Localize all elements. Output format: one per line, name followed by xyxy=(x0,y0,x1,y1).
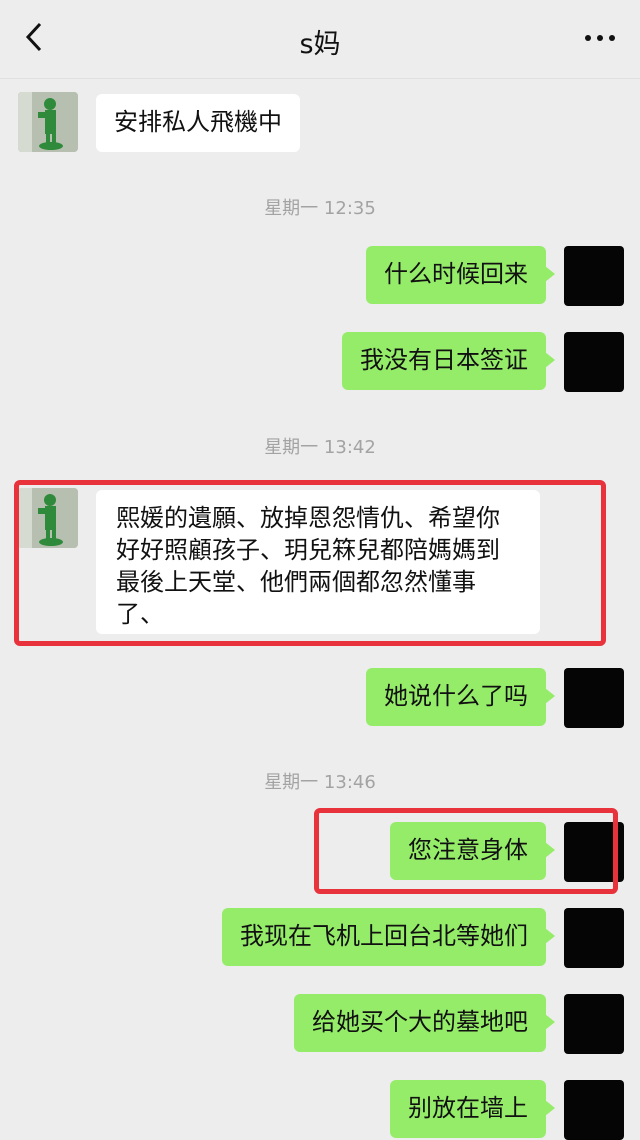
timestamp: 星期一 12:35 xyxy=(264,198,376,219)
user-avatar[interactable] xyxy=(564,332,624,392)
timestamp: 星期一 13:46 xyxy=(264,772,376,793)
message-bubble[interactable]: 她说什么了吗 xyxy=(366,668,555,726)
contact-avatar[interactable] xyxy=(18,92,78,152)
message-bubble[interactable]: 安排私人飛機中 xyxy=(96,94,300,152)
user-avatar[interactable] xyxy=(564,908,624,968)
user-avatar[interactable] xyxy=(564,994,624,1054)
user-avatar[interactable] xyxy=(564,1080,624,1140)
highlight-box xyxy=(314,808,618,894)
message-bubble[interactable]: 别放在墙上 xyxy=(390,1080,555,1138)
highlight-box xyxy=(14,480,606,646)
message-bubble[interactable]: 给她买个大的墓地吧 xyxy=(294,994,555,1052)
user-avatar[interactable] xyxy=(564,668,624,728)
message-bubble[interactable]: 我没有日本签证 xyxy=(342,332,555,390)
chat-header: s妈 xyxy=(0,0,640,79)
chat-title: s妈 xyxy=(299,29,341,60)
message-bubble[interactable]: 什么时候回来 xyxy=(366,246,555,304)
more-dots-icon[interactable] xyxy=(582,26,618,50)
user-avatar[interactable] xyxy=(564,246,624,306)
message-bubble[interactable]: 我现在飞机上回台北等她们 xyxy=(222,908,555,966)
timestamp: 星期一 13:42 xyxy=(264,437,376,458)
